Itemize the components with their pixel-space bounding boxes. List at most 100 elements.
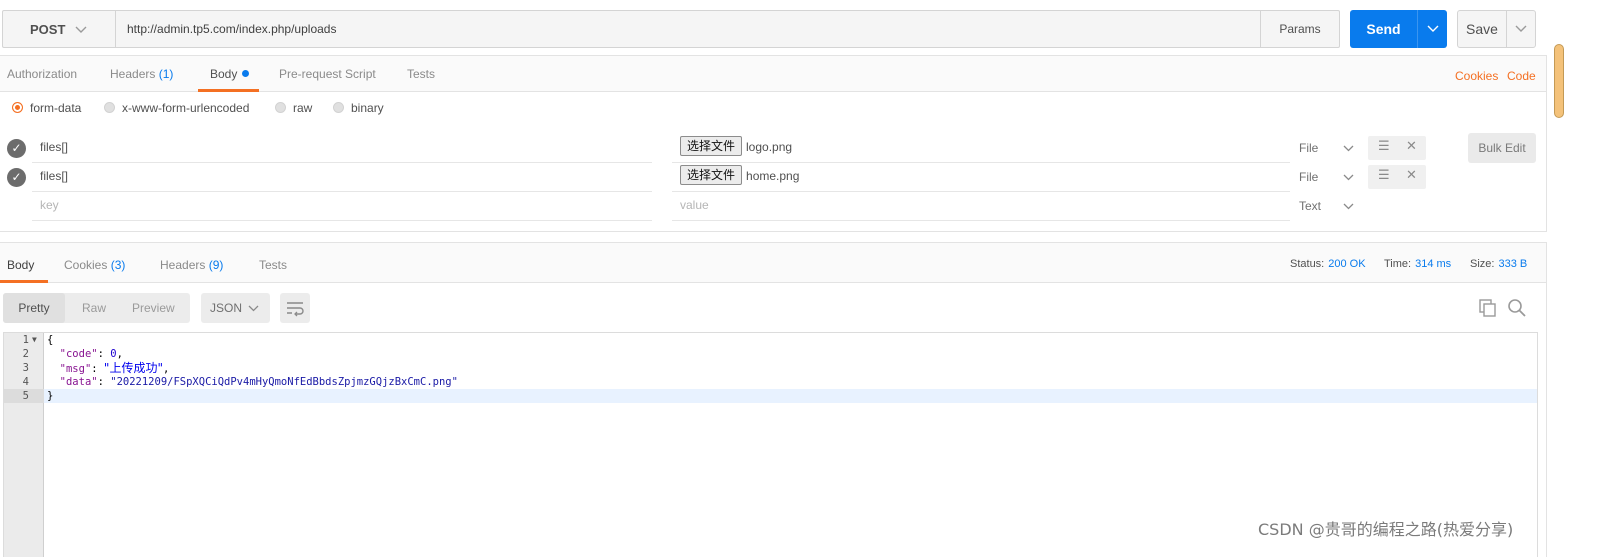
tab-body[interactable]: Body: [197, 56, 260, 92]
wrap-lines-button[interactable]: [280, 293, 310, 323]
tab-pre-request-script[interactable]: Pre-request Script: [279, 56, 376, 92]
file-name: home.png: [746, 169, 800, 183]
time-readout: Time: 314 ms: [1384, 243, 1451, 283]
json-brace: }: [47, 390, 54, 402]
fold-arrow-icon[interactable]: ▼: [32, 333, 37, 347]
drag-handle-icon[interactable]: ☰: [1378, 138, 1390, 154]
radio-binary[interactable]: binary: [333, 101, 384, 115]
view-pretty-button[interactable]: Pretty: [3, 293, 65, 323]
size-value: 333 B: [1498, 258, 1528, 270]
choose-file-button[interactable]: 选择文件: [680, 136, 743, 156]
type-label: Text: [1299, 199, 1322, 213]
json-key: "data": [59, 376, 98, 388]
status-value: 200 OK: [1328, 258, 1366, 270]
send-button[interactable]: Send: [1350, 10, 1447, 48]
code-line: "data": "20221209/FSpXQCiQdPv4mHyQmoNfEd…: [59, 376, 458, 388]
body-type-radios: form-data x-www-form-urlencoded raw bina…: [10, 101, 430, 121]
radio-label: form-data: [30, 101, 82, 115]
form-row: ✓ files[] 选择文件 home.png File ☰ ✕: [0, 163, 1440, 192]
line-number: 2: [22, 348, 29, 360]
save-label: Save: [1466, 21, 1498, 37]
delete-row-icon[interactable]: ✕: [1406, 167, 1417, 183]
request-tabs: Authorization Headers (1) Body Pre-reque…: [0, 56, 1546, 92]
key-field[interactable]: files[]: [32, 163, 652, 192]
row-actions: ☰ ✕: [1368, 165, 1426, 189]
tab-label: Headers: [160, 258, 206, 272]
tab-label: Tests: [259, 258, 288, 272]
line-number: 5: [4, 389, 44, 403]
radio-x-www-form-urlencoded[interactable]: x-www-form-urlencoded: [104, 101, 249, 115]
code-line: }: [47, 389, 53, 403]
type-label: File: [1299, 141, 1319, 155]
view-raw-button[interactable]: Raw: [82, 293, 106, 323]
json-key: "code": [59, 348, 98, 360]
copy-icon[interactable]: [1478, 298, 1498, 318]
current-line-highlight: [44, 389, 1537, 403]
radio-unselected-icon: [333, 102, 344, 113]
type-select[interactable]: File: [1299, 134, 1359, 163]
bulk-edit-button[interactable]: Bulk Edit: [1468, 133, 1536, 163]
tab-label: Body: [7, 258, 35, 272]
format-label: JSON: [210, 301, 243, 315]
tab-label: Cookies: [64, 258, 108, 272]
save-button[interactable]: Save: [1457, 10, 1536, 48]
radio-label: raw: [293, 101, 313, 115]
tab-headers[interactable]: Headers (1): [110, 56, 173, 92]
json-string: "20221209/FSpXQCiQdPv4mHyQmoNfEdBbdsZpjm…: [110, 376, 458, 388]
radio-label: binary: [351, 101, 384, 115]
radio-unselected-icon: [104, 102, 115, 113]
row-actions: ☰ ✕: [1368, 136, 1426, 160]
line-number: 1: [22, 334, 29, 346]
time-label: Time:: [1384, 258, 1412, 270]
response-tabs: Body Cookies (3) Headers (9) Tests Statu…: [0, 243, 1546, 283]
check-icon[interactable]: ✓: [7, 139, 26, 158]
view-preview-button[interactable]: Preview: [132, 293, 175, 323]
type-select[interactable]: Text: [1299, 192, 1359, 221]
radio-label: x-www-form-urlencoded: [122, 101, 250, 115]
chevron-down-icon: [1343, 163, 1354, 192]
json-string: "上传成功": [103, 361, 163, 375]
key-input[interactable]: key: [32, 192, 652, 221]
tab-authorization[interactable]: Authorization: [7, 56, 77, 92]
status-label: Status:: [1290, 258, 1325, 270]
tab-response-cookies[interactable]: Cookies (3): [64, 243, 125, 283]
method-select[interactable]: POST: [3, 11, 116, 47]
tab-label: Tests: [407, 67, 436, 81]
status-readout: Status: 200 OK: [1290, 243, 1366, 283]
tab-response-tests[interactable]: Tests: [259, 243, 287, 283]
scrollbar-thumb[interactable]: [1554, 44, 1564, 118]
params-button[interactable]: Params: [1260, 11, 1339, 47]
save-dropdown-chevron-icon[interactable]: [1506, 11, 1535, 47]
drag-handle-icon[interactable]: ☰: [1378, 167, 1390, 183]
value-input[interactable]: value: [672, 192, 1290, 221]
view-mode-group: Pretty Raw Preview: [3, 293, 190, 323]
code-link[interactable]: Code: [1507, 56, 1536, 92]
key-field[interactable]: files[]: [32, 134, 652, 163]
send-dropdown-chevron-icon[interactable]: [1417, 10, 1447, 48]
chevron-down-icon: [75, 22, 87, 37]
tab-response-body[interactable]: Body: [0, 243, 49, 283]
radio-raw[interactable]: raw: [275, 101, 312, 115]
form-row-empty: key value Text: [0, 192, 1440, 221]
json-brace: {: [47, 334, 54, 346]
check-icon[interactable]: ✓: [7, 168, 26, 187]
type-select[interactable]: File: [1299, 163, 1359, 192]
radio-form-data[interactable]: form-data: [12, 101, 81, 115]
line-number: 4: [22, 376, 29, 388]
tab-label: Authorization: [7, 67, 78, 81]
choose-file-button[interactable]: 选择文件: [680, 165, 743, 185]
search-icon[interactable]: [1507, 298, 1527, 318]
tab-response-headers[interactable]: Headers (9): [160, 243, 223, 283]
size-readout: Size: 333 B: [1470, 243, 1527, 283]
tab-tests[interactable]: Tests: [407, 56, 435, 92]
format-select[interactable]: JSON: [201, 293, 270, 323]
tab-count: (3): [110, 258, 126, 272]
value-field: 选择文件 home.png: [672, 163, 1290, 192]
request-panel: Authorization Headers (1) Body Pre-reque…: [0, 55, 1547, 232]
cookies-link[interactable]: Cookies: [1455, 56, 1498, 92]
request-bar: POST http://admin.tp5.com/index.php/uplo…: [2, 10, 1340, 48]
code-line: "msg": "上传成功",: [59, 361, 170, 375]
code-line: "code": 0,: [59, 348, 123, 360]
delete-row-icon[interactable]: ✕: [1406, 138, 1417, 154]
url-input[interactable]: http://admin.tp5.com/index.php/uploads: [127, 11, 336, 47]
